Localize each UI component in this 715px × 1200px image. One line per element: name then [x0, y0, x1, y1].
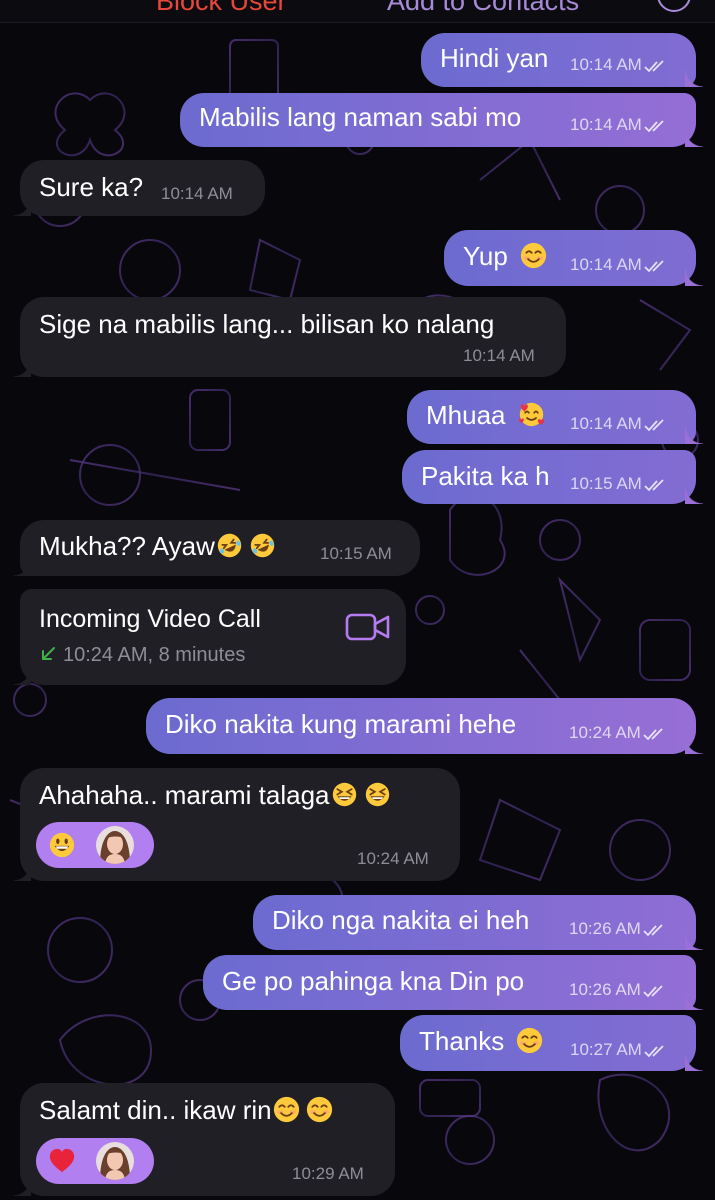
- message-text: Ge po pahinga kna Din po: [222, 966, 525, 996]
- read-checkmarks-icon: [643, 984, 663, 997]
- grinning-squinting-face-icon: [364, 781, 391, 808]
- grinning-squinting-face-icon: [331, 781, 358, 808]
- message-time: 10:14 AM: [570, 255, 642, 274]
- outgoing-message[interactable]: Mhuaa 10:14 AM: [407, 390, 703, 444]
- video-camera-icon[interactable]: [345, 611, 391, 643]
- message-time: 10:26 AM: [569, 919, 641, 938]
- read-checkmarks-icon: [644, 119, 664, 132]
- read-checkmarks-icon: [644, 59, 664, 72]
- outgoing-message[interactable]: Yup 10:14 AM: [444, 230, 703, 286]
- message-text: Mabilis lang naman sabi mo: [199, 102, 522, 132]
- reactor-avatar: [96, 1142, 134, 1180]
- call-details: 10:24 AM, 8 minutes: [63, 644, 246, 666]
- read-checkmarks-icon: [644, 259, 664, 272]
- block-user-button[interactable]: Block User: [156, 0, 287, 16]
- outgoing-message[interactable]: Diko nga nakita ei heh 10:26 AM: [253, 895, 703, 950]
- message-text: Thanks: [419, 1026, 505, 1056]
- smiling-face-icon: [516, 1027, 543, 1054]
- message-time: 10:15 AM: [320, 544, 392, 563]
- message-text: Yup: [463, 241, 508, 271]
- outgoing-message[interactable]: Ge po pahinga kna Din po 10:26 AM: [203, 955, 703, 1010]
- message-text: Sure ka?: [39, 172, 144, 202]
- chat-screen: Block User Add to Contacts Hindi yan 10:…: [0, 0, 715, 1200]
- outgoing-message[interactable]: Pakita ka h 10:15 AM: [402, 450, 703, 504]
- smiling-face-icon: [520, 242, 547, 269]
- message-time: 10:14 AM: [463, 346, 535, 365]
- message-time: 10:14 AM: [570, 55, 642, 74]
- read-checkmarks-icon: [644, 418, 664, 431]
- smiling-face-with-hearts-icon: [518, 401, 545, 428]
- message-text: Sige na mabilis lang... bilisan ko nalan…: [39, 309, 495, 339]
- message-text: Ahahaha.. marami talaga: [39, 780, 330, 810]
- rolling-on-floor-laughing-icon: [249, 532, 276, 559]
- message-time: 10:24 AM: [357, 849, 429, 868]
- message-reaction[interactable]: [36, 1138, 154, 1184]
- incoming-message[interactable]: Mukha?? Ayaw 10:15 AM: [13, 520, 420, 576]
- incoming-message[interactable]: Ahahaha.. marami talaga 10:24 AM: [13, 768, 460, 881]
- rolling-on-floor-laughing-icon: [216, 532, 243, 559]
- contact-action-bar: Block User Add to Contacts: [0, 0, 715, 23]
- message-time: 10:14 AM: [161, 184, 233, 203]
- read-checkmarks-icon: [643, 727, 663, 740]
- message-time: 10:24 AM: [569, 723, 641, 742]
- incoming-message[interactable]: Sige na mabilis lang... bilisan ko nalan…: [13, 297, 566, 377]
- add-to-contacts-button[interactable]: Add to Contacts: [387, 0, 579, 16]
- message-text: Pakita ka h: [421, 461, 550, 491]
- read-checkmarks-icon: [644, 478, 664, 491]
- call-subtitle: 10:24 AM, 8 minutes: [39, 640, 245, 671]
- grinning-face-icon: [48, 831, 76, 866]
- message-text: Diko nga nakita ei heh: [272, 905, 530, 935]
- message-text: Mukha?? Ayaw: [39, 531, 215, 561]
- read-checkmarks-icon: [644, 1044, 664, 1057]
- message-time: 10:15 AM: [570, 474, 642, 493]
- outgoing-message[interactable]: Thanks 10:27 AM: [400, 1015, 703, 1071]
- read-checkmarks-icon: [643, 923, 663, 936]
- message-time: 10:14 AM: [570, 115, 642, 134]
- outgoing-message[interactable]: Diko nakita kung marami hehe 10:24 AM: [146, 698, 703, 754]
- incoming-message[interactable]: Sure ka? 10:14 AM: [13, 160, 265, 216]
- incoming-message[interactable]: Salamt din.. ikaw rin 10:29 AM: [13, 1083, 395, 1196]
- message-text: Diko nakita kung marami hehe: [165, 709, 517, 739]
- call-title: Incoming Video Call: [39, 605, 261, 633]
- outgoing-message[interactable]: Hindi yan 10:14 AM: [421, 33, 703, 87]
- incoming-arrow-icon: [42, 647, 55, 660]
- smiling-face-icon: [306, 1096, 333, 1123]
- smiling-face-icon: [273, 1096, 300, 1123]
- message-time: 10:26 AM: [569, 980, 641, 999]
- message-time: 10:27 AM: [570, 1040, 642, 1059]
- message-text: Hindi yan: [440, 43, 549, 73]
- message-reaction[interactable]: [36, 822, 154, 868]
- message-text: Salamt din.. ikaw rin: [39, 1095, 272, 1125]
- message-text: Mhuaa: [426, 400, 506, 430]
- message-time: 10:14 AM: [570, 414, 642, 433]
- outgoing-message[interactable]: Mabilis lang naman sabi mo 10:14 AM: [180, 93, 703, 147]
- incoming-video-call-message[interactable]: Incoming Video Call 10:24 AM, 8 minutes: [13, 589, 406, 685]
- close-bar-icon[interactable]: [657, 0, 691, 12]
- message-time: 10:29 AM: [292, 1164, 364, 1183]
- reactor-avatar: [96, 826, 134, 864]
- red-heart-icon: [48, 1147, 76, 1182]
